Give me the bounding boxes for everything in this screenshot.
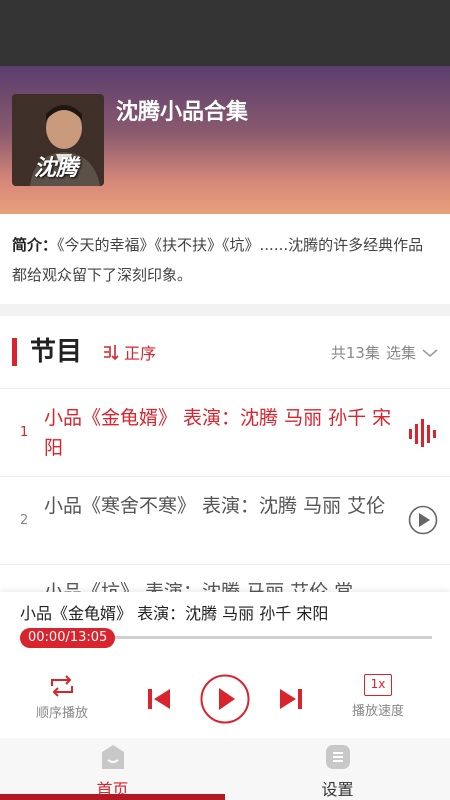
- active-tab-indicator: [0, 794, 225, 800]
- home-icon: [101, 745, 124, 769]
- mini-player: 小品《金龟婿》 表演：沈腾 马丽 孙千 宋阳 00:00/13:05 顺序播放 …: [0, 592, 450, 738]
- next-icon[interactable]: [278, 687, 304, 711]
- playing-equalizer-icon: [409, 419, 436, 447]
- repeat-icon: [51, 675, 73, 697]
- select-episode-label: 选集: [385, 344, 416, 362]
- intro-label: 简介：: [12, 236, 58, 254]
- status-bar: [0, 0, 450, 66]
- sort-order-label: 正序: [124, 344, 157, 363]
- chevron-down-icon: [422, 348, 438, 357]
- album-cover: 沈腾: [12, 94, 104, 186]
- program-header: 节目 正序 共13集 选集: [0, 316, 450, 388]
- episode-title: 小品《寒舍不寒》 表演：沈腾 马丽 艾伦: [44, 495, 386, 517]
- playback-speed-label: 播放速度: [352, 704, 405, 719]
- now-playing-title: 小品《金龟婿》 表演：沈腾 马丽 孙千 宋阳: [20, 604, 329, 623]
- episode-title: 小品《金龟婿》 表演：沈腾 马丽 孙千 宋阳: [44, 407, 392, 459]
- settings-icon: [325, 745, 350, 769]
- section-marker: [12, 338, 17, 366]
- episode-row[interactable]: 2 小品《寒舍不寒》 表演：沈腾 马丽 艾伦: [0, 476, 450, 564]
- sort-icon: [104, 345, 119, 361]
- episode-row[interactable]: 1 小品《金龟婿》 表演：沈腾 马丽 孙千 宋阳: [0, 388, 450, 476]
- play-order-label: 顺序播放: [36, 706, 89, 721]
- tab-settings[interactable]: 设置: [225, 738, 450, 800]
- intro-section: 简介：《今天的幸福》《扶不扶》《坑》......沈腾的许多经典作品都给观众留下了…: [0, 214, 450, 304]
- tab-home[interactable]: 首页: [0, 738, 225, 800]
- playback-speed-button[interactable]: 1x 播放速度: [352, 674, 404, 719]
- episode-selector[interactable]: 共13集 选集: [331, 342, 438, 363]
- sort-order-button[interactable]: 正序: [102, 340, 156, 364]
- bottom-tab-bar: 首页 设置: [0, 738, 450, 800]
- episode-number: 2: [20, 513, 29, 528]
- previous-icon[interactable]: [146, 687, 172, 711]
- play-button[interactable]: [200, 674, 250, 724]
- program-title: 节目: [30, 337, 83, 367]
- speed-icon: 1x: [364, 674, 392, 696]
- episode-count: 共13集: [330, 344, 380, 362]
- album-header: 沈腾 沈腾小品合集: [0, 66, 450, 214]
- tab-settings-label: 设置: [321, 780, 354, 799]
- play-circle-icon[interactable]: [408, 505, 438, 535]
- album-title: 沈腾小品合集: [116, 100, 249, 125]
- cover-title-text: 沈腾: [34, 156, 79, 181]
- play-order-button[interactable]: 顺序播放: [36, 674, 88, 721]
- episode-number: 1: [20, 425, 29, 440]
- playback-time[interactable]: 00:00/13:05: [20, 628, 116, 648]
- intro-text: 《今天的幸福》《扶不扶》《坑》......沈腾的许多经典作品都给观众留下了深刻印…: [12, 236, 424, 284]
